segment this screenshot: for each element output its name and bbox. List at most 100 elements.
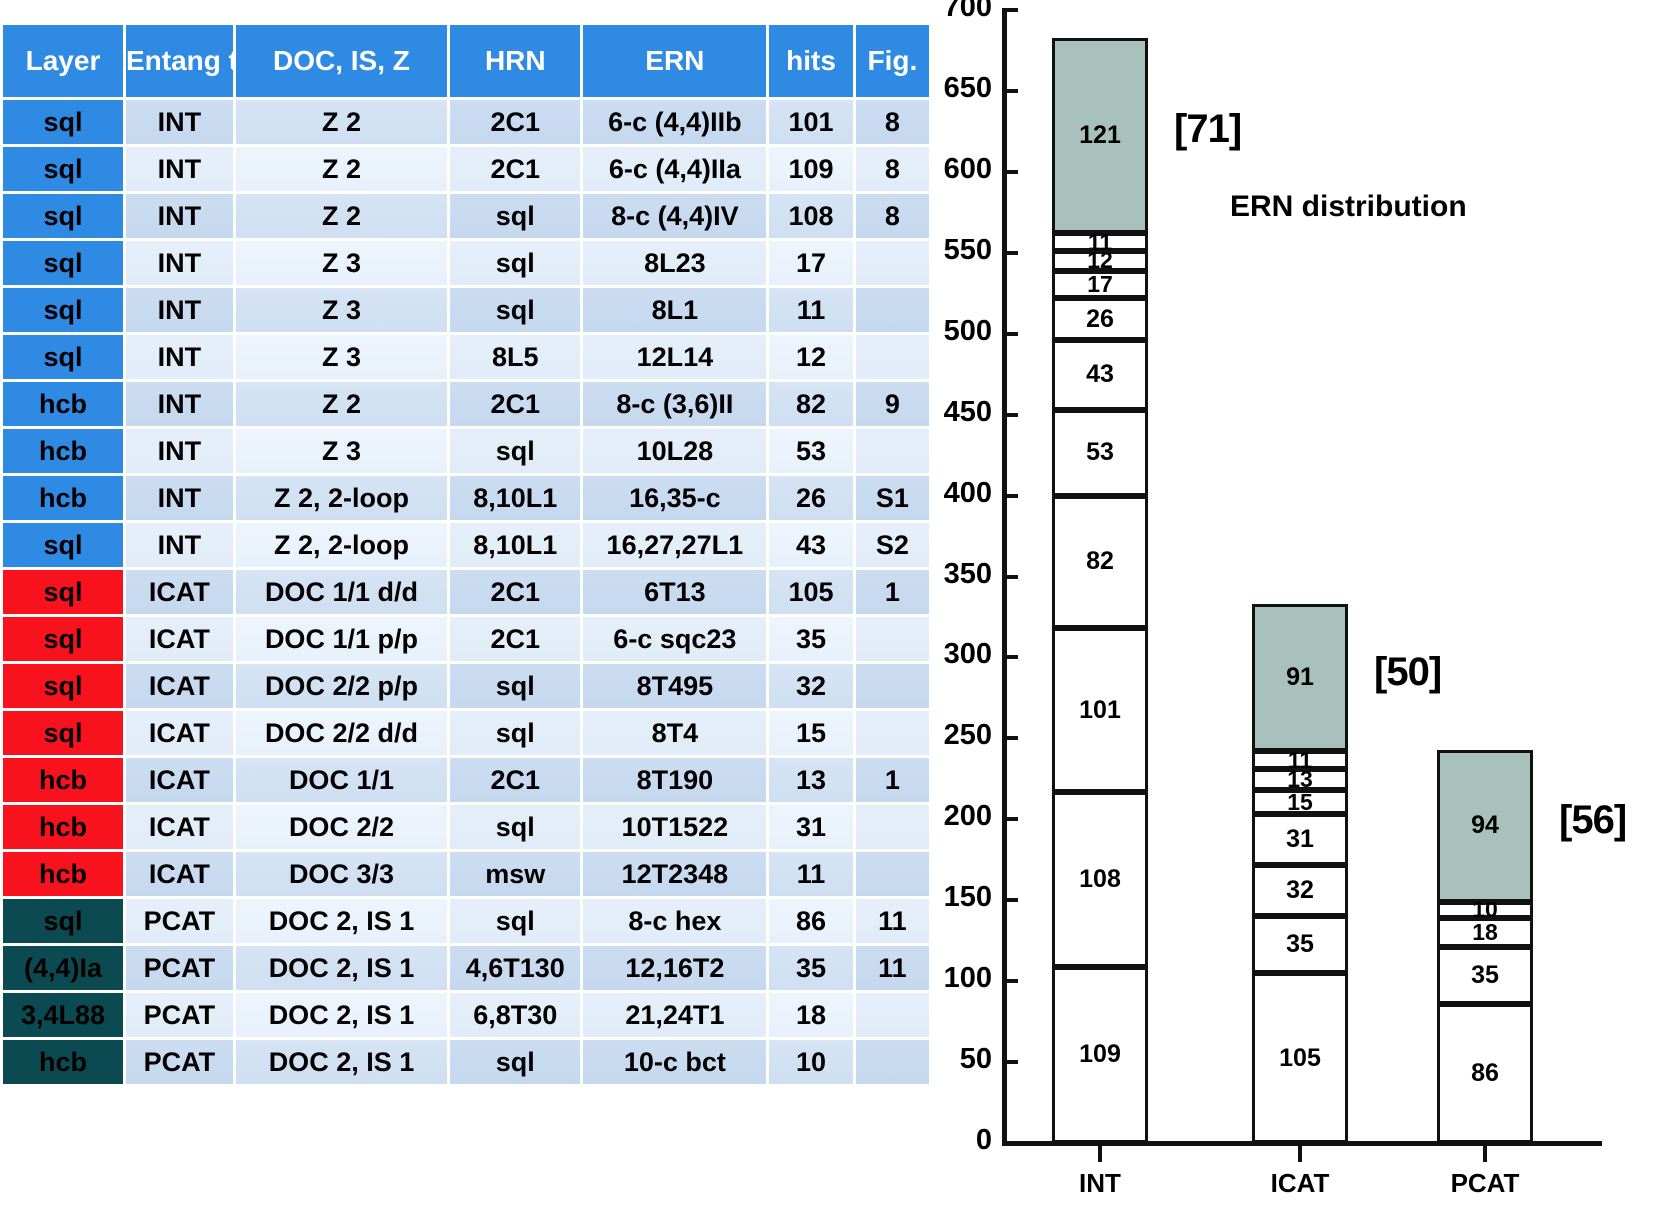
table-row: sql INT Z 3 sql 8L1 11 [3,288,929,332]
cell-entang-type: PCAT [125,1040,233,1084]
cell-doc-is-z: DOC 1/1 p/p [235,617,448,661]
bar-segment: 53 [1052,409,1148,496]
cell-layer: hcb [3,805,123,849]
cell-hrn: sql [450,664,581,708]
table-row: hcb ICAT DOC 1/1 2C1 8T190 13 1 [3,758,929,802]
cell-hrn: 2C1 [450,758,581,802]
bar-segment: 121 [1052,37,1148,234]
y-tick [1002,574,1018,579]
cell-entang-type: PCAT [125,993,233,1037]
bar-annotation-pcat: [56] [1559,797,1627,842]
cell-doc-is-z: Z 3 [235,429,448,473]
cell-doc-is-z: Z 2 [235,194,448,238]
cell-doc-is-z: Z 3 [235,335,448,379]
table-row: hcb INT Z 2, 2-loop 8,10L1 16,35-c 26 S1 [3,476,929,520]
cell-hits: 15 [769,711,853,755]
cell-hrn: 2C1 [450,570,581,614]
cell-ern: 6-c (4,4)IIb [583,100,767,144]
cell-hrn: 4,6T130 [450,946,581,990]
cell-layer: sql [3,288,123,332]
cell-hits: 13 [769,758,853,802]
table-row: hcb INT Z 3 sql 10L28 53 [3,429,929,473]
y-tick-label: 300 [943,638,992,671]
cell-hits: 26 [769,476,853,520]
cell-hrn: 8L5 [450,335,581,379]
cell-ern: 10L28 [583,429,767,473]
bar-segment: 101 [1052,628,1148,792]
cell-ern: 6T13 [583,570,767,614]
cell-entang-type: INT [125,429,233,473]
cell-layer: sql [3,711,123,755]
table-row: sql INT Z 3 sql 8L23 17 [3,241,929,285]
bar-segment: 94 [1437,749,1533,902]
y-tick [1002,169,1018,174]
y-tick [1002,1060,1018,1065]
x-axis-label-icat: ICAT [1270,1168,1330,1198]
bar-segment: 10 [1437,896,1533,922]
bar-segment: 31 [1252,814,1348,865]
cell-doc-is-z: DOC 2/2 d/d [235,711,448,755]
ern-table: Layer Entang type DOC, IS, Z HRN ERN hit… [0,22,932,1087]
cell-entang-type: ICAT [125,805,233,849]
cell-layer: sql [3,147,123,191]
table-row: sql ICAT DOC 2/2 p/p sql 8T495 32 [3,664,929,708]
y-tick [1002,655,1018,660]
table-row: hcb ICAT DOC 2/2 sql 10T1522 31 [3,805,929,849]
cell-doc-is-z: DOC 3/3 [235,852,448,896]
cell-fig: 8 [855,100,929,144]
cell-doc-is-z: Z 3 [235,288,448,332]
cell-doc-is-z: DOC 2/2 p/p [235,664,448,708]
cell-layer: (4,4)Ia [3,946,123,990]
y-tick [1002,88,1018,93]
cell-fig [855,429,929,473]
y-tick-label: 100 [943,962,992,995]
cell-entang-type: PCAT [125,946,233,990]
y-tick [1002,898,1018,903]
table-row: sql INT Z 3 8L5 12L14 12 [3,335,929,379]
y-tick-label: 450 [943,395,992,428]
bar-segment: 105 [1252,973,1348,1143]
cell-hrn: sql [450,1040,581,1084]
bar-segment: 82 [1052,495,1148,629]
cell-entang-type: INT [125,335,233,379]
cell-ern: 8T495 [583,664,767,708]
bar-segment: 91 [1252,604,1348,752]
cell-hrn: 6,8T30 [450,993,581,1037]
cell-hits: 86 [769,899,853,943]
chart-title: ERN distribution [1230,190,1467,223]
cell-ern: 16,35-c [583,476,767,520]
cell-fig: 1 [855,758,929,802]
cell-hrn: 2C1 [450,382,581,426]
cell-layer: sql [3,523,123,567]
table-body: sql INT Z 2 2C1 6-c (4,4)IIb 101 8 sql INT Z 2 2C1… [3,100,929,1084]
cell-hrn: msw [450,852,581,896]
cell-hits: 109 [769,147,853,191]
cell-ern: 6-c sqc23 [583,617,767,661]
stacked-bar-pcat: 86 35 18 10 94 [1437,0,1533,1143]
x-axis-label-int: INT [1079,1168,1121,1198]
cell-entang-type: INT [125,476,233,520]
cell-doc-is-z: Z 3 [235,241,448,285]
y-tick-label: 600 [943,152,992,185]
cell-ern: 8L1 [583,288,767,332]
table-row: sql INT Z 2 sql 8-c (4,4)IV 108 8 [3,194,929,238]
cell-doc-is-z: Z 2, 2-loop [235,476,448,520]
cell-hits: 11 [769,288,853,332]
cell-ern: 8T4 [583,711,767,755]
x-tick [1098,1146,1102,1162]
cell-doc-is-z: Z 2 [235,382,448,426]
cell-hits: 82 [769,382,853,426]
cell-hits: 53 [769,429,853,473]
cell-hits: 35 [769,617,853,661]
cell-ern: 16,27,27L1 [583,523,767,567]
table-row: hcb INT Z 2 2C1 8-c (3,6)II 82 9 [3,382,929,426]
figure-root: Layer Entang type DOC, IS, Z HRN ERN hit… [0,0,1660,1215]
cell-layer: sql [3,241,123,285]
table-row: sql INT Z 2 2C1 6-c (4,4)IIa 109 8 [3,147,929,191]
y-tick-label: 500 [943,314,992,347]
cell-doc-is-z: DOC 2/2 [235,805,448,849]
cell-hrn: 8,10L1 [450,523,581,567]
y-tick [1002,250,1018,255]
cell-hrn: sql [450,241,581,285]
table-row: sql INT Z 2, 2-loop 8,10L1 16,27,27L1 43 S2 [3,523,929,567]
